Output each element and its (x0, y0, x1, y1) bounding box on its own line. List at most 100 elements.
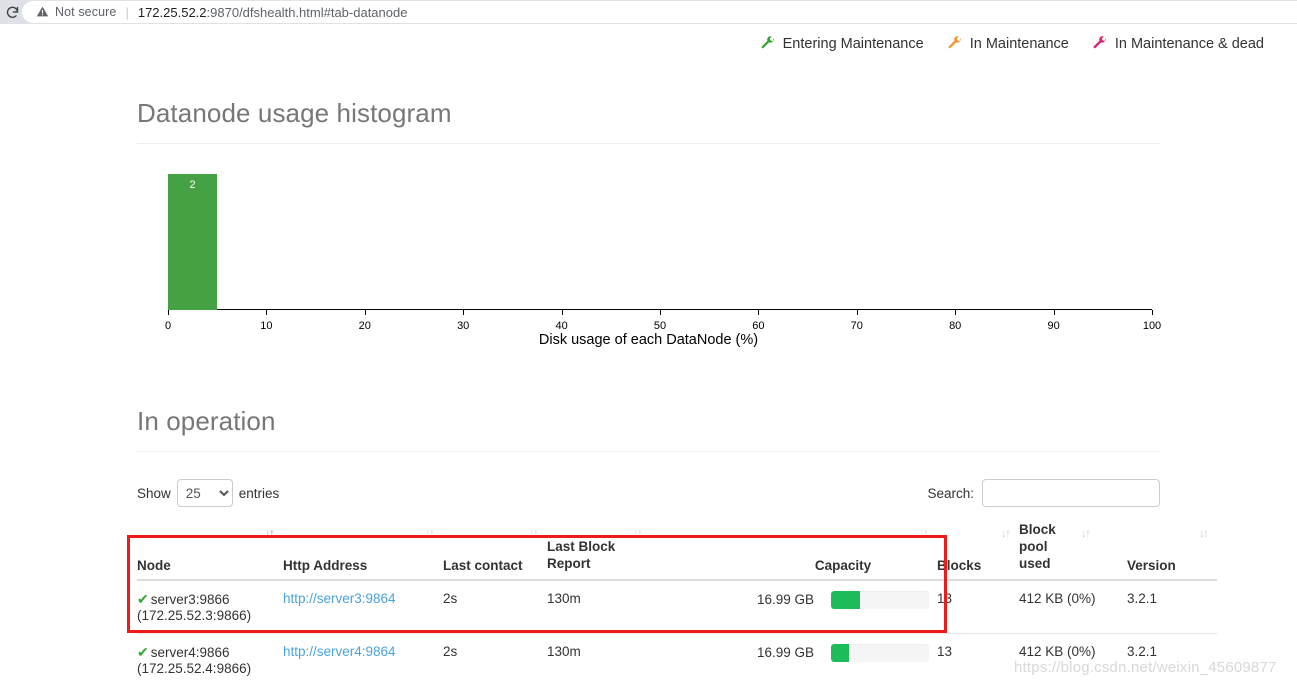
page-length-control: Show 2550100 entries (137, 479, 279, 507)
x-axis-tick-label: 100 (1142, 320, 1162, 332)
column-header-version[interactable]: Version ↓↑ (1127, 522, 1217, 581)
table-header: Node ↓↑ Http Address ↓↑ Last contact ↓↑ (137, 522, 1217, 581)
page-root: Not secure | 172.25.52.2:9870/dfshealth.… (0, 0, 1297, 686)
url-path: :9870/dfshealth.html#tab-datanode (206, 4, 408, 20)
column-label: Blocks (937, 557, 982, 573)
sort-both-icon[interactable]: ↓↑ (1001, 526, 1011, 540)
cell-block-pool-used: 412 KB (0%) (1019, 579, 1127, 634)
node-ip-address: (172.25.52.3:9866) (137, 607, 252, 623)
cell-last-block-report: 130m (547, 633, 757, 686)
datatable-controls: Show 2550100 entries Search: (137, 476, 1160, 510)
table-row: ✔ server3:9866 (172.25.52.3:9866) http://se… (137, 579, 1217, 634)
x-axis-tick (1152, 310, 1153, 315)
x-axis-tick (1053, 310, 1055, 315)
capacity-text: 16.99 GB (757, 645, 815, 661)
cell-last-contact: 2s (443, 633, 547, 686)
reload-icon[interactable] (0, 0, 24, 24)
x-axis-tick-label: 10 (260, 320, 273, 332)
cell-http-address: http://server3:9864 (283, 579, 443, 634)
x-axis-tick (856, 310, 858, 315)
page-content: Entering Maintenance In Maintenance In M… (0, 26, 1297, 686)
histogram-bar-value-label: 2 (189, 178, 196, 191)
x-axis-tick (463, 310, 465, 315)
legend-item-in-maintenance: In Maintenance (948, 35, 1069, 53)
cell-node: ✔ server4:9866 (172.25.52.4:9866) (137, 633, 283, 686)
histogram-bar: 2 (168, 173, 218, 310)
cell-capacity: 16.99 GB (757, 579, 937, 634)
x-axis-tick (364, 310, 366, 315)
column-header-last-block-report[interactable]: Last Block Report ↓↑ (547, 522, 757, 581)
address-bar[interactable]: Not secure | 172.25.52.2:9870/dfshealth.… (22, 1, 1297, 23)
column-header-blocks[interactable]: Blocks ↓↑ (937, 522, 1019, 581)
cell-blocks: 13 (937, 633, 1019, 686)
column-header-capacity[interactable]: Capacity ↓↑ (757, 522, 937, 581)
cell-node: ✔ server3:9866 (172.25.52.3:9866) (137, 579, 283, 634)
x-axis-tick-label: 90 (1047, 320, 1060, 332)
column-header-block-pool-used[interactable]: Block pool used ↓↑ (1019, 522, 1127, 581)
x-axis-tick-label: 80 (949, 320, 962, 332)
column-header-node[interactable]: Node ↓↑ (137, 522, 283, 581)
wrench-icon (1093, 35, 1107, 53)
sort-both-icon[interactable]: ↓↑ (919, 526, 929, 540)
column-label: Last contact (443, 557, 523, 573)
http-address-link[interactable]: http://server4:9864 (283, 644, 396, 659)
sort-both-icon[interactable]: ↓↑ (1199, 526, 1209, 540)
cell-last-block-report: 130m (547, 579, 757, 634)
capacity-text: 16.99 GB (757, 592, 815, 608)
http-address-link[interactable]: http://server3:9864 (283, 591, 396, 606)
node-ip-address: (172.25.52.4:9866) (137, 660, 252, 676)
check-icon: ✔ (137, 643, 149, 660)
search-input[interactable] (982, 479, 1160, 507)
x-axis-tick (168, 310, 169, 315)
cell-blocks: 13 (937, 579, 1019, 634)
node-name: server3:9866 (150, 591, 230, 607)
page-title: Datanode usage histogram (137, 98, 1160, 144)
column-label: Version (1127, 557, 1176, 573)
x-axis-tick-label: 0 (164, 320, 172, 332)
histogram-section: Datanode usage histogram 0 10 20 30 40 50 60 70… (137, 98, 1161, 348)
sort-both-icon[interactable]: ↓↑ (529, 526, 539, 540)
x-axis-tick-label: 60 (752, 320, 765, 332)
sort-desc-active-icon[interactable]: ↓↑ (265, 526, 275, 540)
show-label: Show (137, 485, 171, 501)
search-control: Search: (927, 479, 1160, 507)
legend-label: Entering Maintenance (782, 36, 924, 52)
security-status-label: Not secure (55, 5, 117, 19)
histogram-plot-area: 0 10 20 30 40 50 60 70 80 90 100 Disk usage of eac… (137, 160, 1161, 348)
watermark-text: https://blog.csdn.net/weixin_45609877 (1014, 659, 1277, 676)
datanode-usage-histogram: 0 10 20 30 40 50 60 70 80 90 100 Disk usage of eac… (137, 160, 1161, 348)
cell-version: 3.2.1 (1127, 579, 1217, 634)
in-operation-title: In operation (137, 406, 1160, 452)
x-axis-tick (758, 310, 760, 315)
browser-chrome: Not secure | 172.25.52.2:9870/dfshealth.… (0, 0, 1297, 24)
capacity-progress-bar (831, 590, 929, 609)
capacity-progress-fill (831, 590, 861, 609)
legend-label: In Maintenance (969, 36, 1069, 52)
table-header-row: Node ↓↑ Http Address ↓↑ Last contact ↓↑ (137, 522, 1217, 581)
x-axis-tick (561, 310, 563, 315)
sort-both-icon[interactable]: ↓↑ (1081, 526, 1091, 540)
check-icon: ✔ (137, 590, 149, 607)
x-axis-tick-label: 50 (653, 320, 667, 332)
x-axis-label: Disk usage of each DataNode (%) (538, 332, 759, 348)
cell-last-contact: 2s (443, 579, 547, 634)
entries-per-page-select[interactable]: 2550100 (176, 479, 233, 507)
in-operation-section: In operation Show 2550100 entries Search… (137, 406, 1217, 686)
sort-both-icon[interactable]: ↓↑ (425, 526, 435, 540)
cell-http-address: http://server4:9864 (283, 633, 443, 686)
column-label: Block pool used (1019, 522, 1056, 571)
column-label: Capacity (814, 557, 872, 573)
x-axis-tick-label: 30 (457, 320, 470, 332)
column-label: Http Address (283, 557, 368, 573)
wrench-icon (761, 35, 775, 53)
column-header-last-contact[interactable]: Last contact ↓↑ (443, 522, 547, 581)
x-axis-tick-label: 20 (358, 320, 371, 332)
legend-item-in-maintenance-and-dead: In Maintenance & dead (1093, 35, 1264, 53)
legend-label: In Maintenance & dead (1114, 36, 1264, 52)
cell-capacity: 16.99 GB (757, 633, 937, 686)
column-header-http-address[interactable]: Http Address ↓↑ (283, 522, 443, 581)
x-axis-tick-label: 70 (850, 320, 863, 332)
sort-both-icon[interactable]: ↓↑ (633, 526, 643, 540)
column-label: Node (137, 557, 171, 573)
x-axis-tick (266, 310, 268, 315)
